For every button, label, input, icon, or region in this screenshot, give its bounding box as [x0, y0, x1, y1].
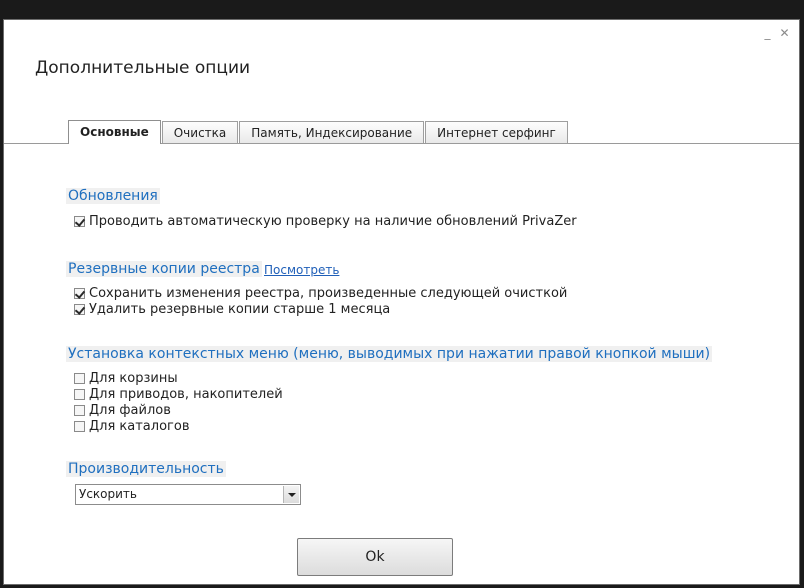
section-context-menu-label: Установка контекстных меню (меню, выводи… — [66, 346, 713, 362]
option-recycle-bin-label: Для корзины — [89, 371, 178, 386]
option-files-label: Для файлов — [89, 403, 171, 418]
section-performance-label: Производительность — [66, 461, 226, 477]
minimize-icon[interactable]: _ — [761, 27, 774, 40]
section-context-menu-title: Установка контекстных меню (меню, выводи… — [66, 346, 713, 362]
chevron-down-icon[interactable] — [283, 486, 299, 503]
checkbox-files[interactable] — [74, 405, 85, 416]
option-delete-old-backups-label: Удалить резервные копии старше 1 месяца — [89, 302, 391, 317]
tab-memory-indexing[interactable]: Память, Индексирование — [239, 121, 425, 143]
performance-selected-value: Ускорить — [79, 487, 137, 501]
option-drives[interactable]: Для приводов, накопителей — [74, 387, 283, 402]
checkbox-recycle-bin[interactable] — [74, 373, 85, 384]
tab-cleanup[interactable]: Очистка — [161, 121, 239, 143]
option-save-registry[interactable]: Сохранить изменения реестра, произведенн… — [74, 286, 567, 301]
option-delete-old-backups[interactable]: Удалить резервные копии старше 1 месяца — [74, 302, 390, 317]
tab-internet-surfing[interactable]: Интернет серфинг — [425, 121, 568, 143]
section-performance-title: Производительность — [66, 461, 226, 477]
view-backups-link[interactable]: Посмотреть — [264, 263, 339, 277]
performance-select[interactable]: Ускорить — [75, 484, 301, 505]
option-files[interactable]: Для файлов — [74, 403, 171, 418]
option-auto-update[interactable]: Проводить автоматическую проверку на нал… — [74, 214, 577, 229]
checkbox-drives[interactable] — [74, 389, 85, 400]
option-auto-update-label: Проводить автоматическую проверку на нал… — [89, 214, 577, 229]
section-registry-title: Резервные копии реестра — [66, 261, 262, 277]
section-registry-label: Резервные копии реестра — [66, 261, 262, 277]
option-drives-label: Для приводов, накопителей — [89, 387, 283, 402]
title-bar-controls: _ ✕ — [761, 27, 791, 40]
checkbox-auto-update[interactable] — [74, 216, 85, 227]
section-updates-title: Обновления — [66, 188, 160, 204]
checkbox-delete-old-backups[interactable] — [74, 304, 85, 315]
checkbox-save-registry[interactable] — [74, 288, 85, 299]
option-save-registry-label: Сохранить изменения реестра, произведенн… — [89, 286, 568, 301]
tab-panel — [4, 144, 799, 584]
option-recycle-bin[interactable]: Для корзины — [74, 371, 178, 386]
close-icon[interactable]: ✕ — [778, 27, 791, 40]
checkbox-folders[interactable] — [74, 421, 85, 432]
options-dialog: _ ✕ Дополнительные опции Основные Очистк… — [3, 19, 800, 585]
option-folders-label: Для каталогов — [89, 419, 190, 434]
option-folders[interactable]: Для каталогов — [74, 419, 189, 434]
ok-button[interactable]: Ok — [297, 538, 453, 576]
section-updates-label: Обновления — [66, 188, 160, 204]
dialog-title: Дополнительные опции — [35, 58, 251, 78]
tab-bar: Основные Очистка Память, Индексирование … — [68, 120, 569, 144]
tab-general[interactable]: Основные — [68, 120, 161, 144]
